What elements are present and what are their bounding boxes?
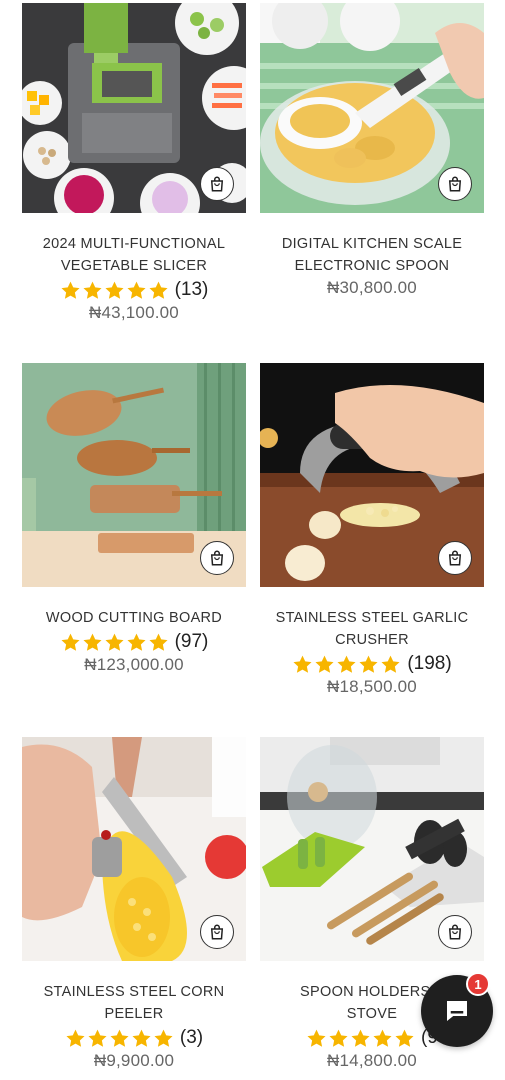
product-price: ₦30,800.00 [327,278,417,297]
star-icon [293,655,312,673]
product-rating: (13) [22,278,246,302]
product-title-line: VEGETABLE SLICER [60,258,208,274]
product-title-line: ELECTRONIC SPOON [294,258,450,274]
star-icon [88,1029,107,1047]
add-to-cart-button[interactable] [438,541,472,575]
product-title[interactable]: 2024 MULTI-FUNCTIONAL VEGETABLE SLICER [22,233,246,277]
product-title[interactable]: WOOD CUTTING BOARD [22,607,246,629]
shopping-bag-icon [210,924,224,940]
product-rating: (198) [260,652,484,676]
review-count: (97) [174,631,209,652]
add-to-cart-button[interactable] [200,541,234,575]
product-card[interactable]: DIGITAL KITCHEN SCALE ELECTRONIC SPOON ₦… [260,3,484,298]
star-icon [83,281,102,299]
star-icon [337,655,356,673]
shopping-bag-icon [210,550,224,566]
product-grid: 2024 MULTI-FUNCTIONAL VEGETABLE SLICER (… [0,0,505,1080]
star-icon [105,281,124,299]
product-price: ₦18,500.00 [327,677,417,696]
product-card[interactable]: 2024 MULTI-FUNCTIONAL VEGETABLE SLICER (… [22,3,246,323]
shopping-bag-icon [448,550,462,566]
product-title-line: CRUSHER [335,632,409,648]
star-rating [65,1028,174,1049]
review-count: (3) [179,1027,204,1048]
product-price: ₦14,800.00 [327,1051,417,1070]
product-image[interactable] [22,3,246,213]
add-to-cart-button[interactable] [200,915,234,949]
star-icon [66,1029,85,1047]
product-card[interactable]: STAINLESS STEEL CORN PEELER (3) ₦9,900.0… [22,737,246,1071]
star-icon [359,655,378,673]
star-icon [381,655,400,673]
product-rating: (97) [22,630,246,654]
product-image[interactable] [260,3,484,213]
product-price: ₦43,100.00 [89,303,179,322]
product-card[interactable]: STAINLESS STEEL GARLIC CRUSHER (198) ₦18… [260,363,484,697]
product-rating: (3) [22,1026,246,1050]
product-title[interactable]: STAINLESS STEEL GARLIC CRUSHER [260,607,484,651]
product-title-line: STAINLESS STEEL CORN [43,984,225,1000]
product-image[interactable] [260,363,484,587]
product-title-line: DIGITAL KITCHEN SCALE [281,236,463,252]
shopping-bag-icon [448,176,462,192]
star-icon [61,281,80,299]
star-icon [149,281,168,299]
star-icon [149,633,168,651]
product-title-line: 2024 MULTI-FUNCTIONAL [42,236,226,252]
product-title[interactable]: STAINLESS STEEL CORN PEELER [22,981,246,1025]
notification-badge: 1 [466,972,490,996]
review-count: (198) [407,653,452,674]
star-icon [83,633,102,651]
star-icon [307,1029,326,1047]
star-icon [132,1029,151,1047]
product-title-line: WOOD CUTTING BOARD [45,610,223,626]
star-icon [315,655,334,673]
star-rating [306,1028,415,1049]
star-icon [154,1029,173,1047]
product-title-line: STAINLESS STEEL GARLIC [275,610,469,626]
product-title[interactable]: DIGITAL KITCHEN SCALE ELECTRONIC SPOON [260,233,484,277]
product-image[interactable] [260,737,484,961]
product-price: ₦123,000.00 [84,655,184,674]
review-count: (13) [174,279,209,300]
add-to-cart-button[interactable] [438,915,472,949]
product-image[interactable] [22,737,246,961]
star-icon [105,633,124,651]
add-to-cart-button[interactable] [200,167,234,201]
product-card[interactable]: WOOD CUTTING BOARD (97) ₦123,000.00 [22,363,246,675]
product-price: ₦9,900.00 [93,1051,175,1070]
star-icon [61,633,80,651]
star-icon [127,633,146,651]
product-image[interactable] [22,363,246,587]
star-icon [395,1029,414,1047]
star-rating [292,654,401,675]
star-icon [351,1029,370,1047]
star-rating [60,280,169,301]
shopping-bag-icon [448,924,462,940]
star-rating [60,632,169,653]
star-icon [373,1029,392,1047]
chat-bubble-icon [447,1001,467,1021]
shopping-bag-icon [210,176,224,192]
add-to-cart-button[interactable] [438,167,472,201]
star-icon [110,1029,129,1047]
product-title-line: PEELER [104,1006,164,1022]
star-icon [127,281,146,299]
star-icon [329,1029,348,1047]
